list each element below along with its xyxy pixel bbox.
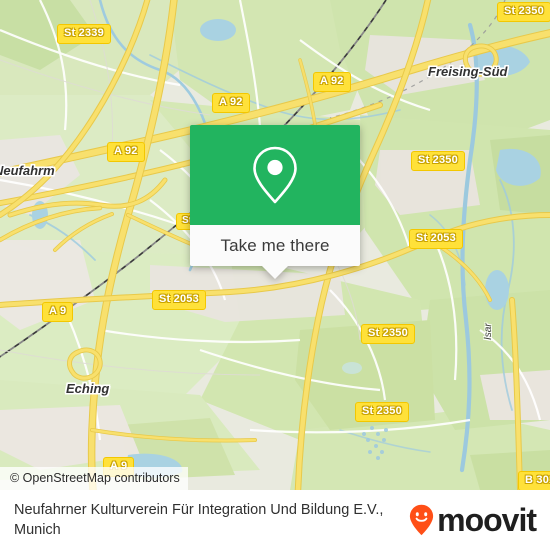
map-screenshot-root: St 2339 A 92 A 92 A 92 St 2350 St 2350 S… [0, 0, 550, 550]
road-shield: St 2350 [411, 151, 465, 171]
moovit-wordmark: moovit [437, 502, 537, 538]
map-canvas[interactable]: St 2339 A 92 A 92 A 92 St 2350 St 2350 S… [0, 0, 550, 490]
callout-action[interactable]: Take me there [190, 225, 360, 266]
place-label: Eching [66, 381, 110, 396]
location-callout[interactable]: Take me there [190, 125, 360, 279]
callout-tail [262, 266, 288, 279]
road-shield: A 92 [107, 142, 145, 162]
road-shield: B 301 [518, 471, 550, 490]
footer-bar: Neufahrner Kulturverein Für Integration … [0, 490, 550, 550]
take-me-there-label: Take me there [220, 235, 330, 255]
map-pin-icon [253, 146, 297, 204]
river-label: Isar [483, 323, 494, 340]
place-label: Freising-Süd [428, 64, 508, 79]
osm-attribution[interactable]: © OpenStreetMap contributors [0, 467, 188, 490]
road-shield: A 92 [212, 93, 250, 113]
callout-icon-area [190, 125, 360, 225]
road-shield: St 2350 [361, 324, 415, 344]
road-shield: St 2350 [497, 2, 550, 22]
place-title: Neufahrner Kulturverein Für Integration … [14, 502, 384, 538]
road-shield: St 2053 [152, 290, 206, 310]
road-shield: St 2350 [355, 402, 409, 422]
moovit-brand[interactable]: moovit [409, 502, 537, 538]
place-label: Neufahrm [0, 163, 55, 178]
road-shield: A 92 [313, 72, 351, 92]
moovit-smiley-pin-icon [410, 504, 434, 536]
road-shield: St 2339 [57, 24, 111, 44]
road-shield: A 9 [42, 302, 74, 322]
road-shield: St 2053 [409, 229, 463, 249]
